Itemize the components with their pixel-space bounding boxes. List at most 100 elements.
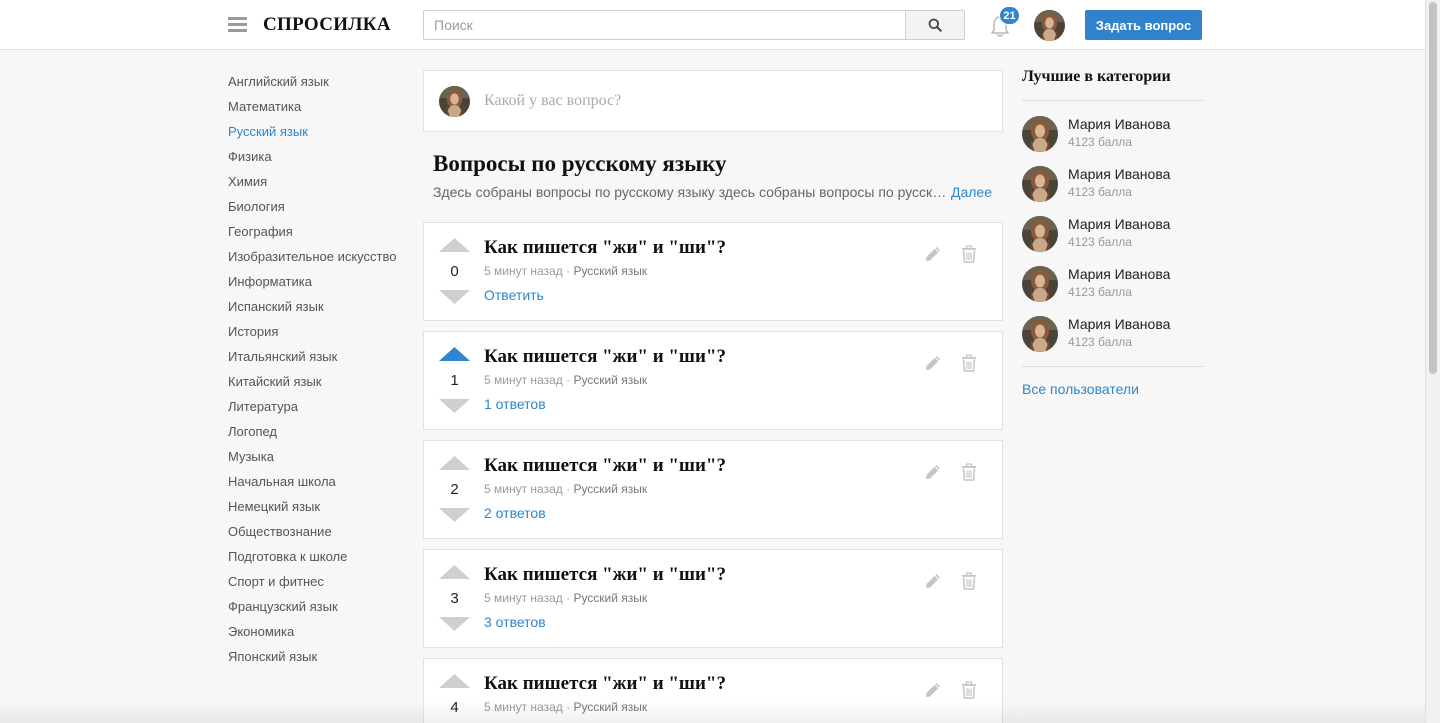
page-description: Здесь собраны вопросы по русскому языку … — [433, 184, 948, 200]
search-button[interactable] — [905, 11, 964, 39]
arrow-down-icon[interactable] — [439, 617, 470, 631]
category-link[interactable]: Музыка — [228, 447, 396, 472]
question-title[interactable]: Как пишется "жи" и "ши"? — [484, 564, 726, 586]
trash-icon[interactable] — [961, 354, 977, 372]
category-link[interactable]: Экономика — [228, 622, 396, 647]
user-name[interactable]: Мария Иванова — [1068, 266, 1170, 282]
arrow-down-icon[interactable] — [439, 290, 470, 304]
hamburger-icon[interactable] — [228, 17, 247, 32]
site-logo[interactable]: СПРОСИЛКА — [263, 14, 391, 36]
trash-icon[interactable] — [961, 681, 977, 699]
search-input[interactable] — [424, 11, 906, 39]
arrow-down-icon[interactable] — [439, 399, 470, 413]
category-link[interactable]: Логопед — [228, 422, 396, 447]
top-user-item[interactable]: Мария Иванова 4123 балла — [1022, 216, 1203, 252]
user-name[interactable]: Мария Иванова — [1068, 216, 1170, 232]
category-link[interactable]: Литература — [228, 397, 396, 422]
question-category[interactable]: Русский язык — [573, 264, 647, 278]
question-time: 5 минут назад — [484, 264, 563, 278]
user-points: 4123 балла — [1068, 335, 1132, 349]
question-card: 0 Как пишется "жи" и "ши"? 5 минут назад ·… — [423, 222, 1003, 321]
top-header: СПРОСИЛКА 21 Задать вопрос — [0, 0, 1425, 50]
category-link[interactable]: Немецкий язык — [228, 497, 396, 522]
category-link[interactable]: Обществознание — [228, 522, 396, 547]
category-link[interactable]: Спорт и фитнес — [228, 572, 396, 597]
all-users-link[interactable]: Все пользователи — [1022, 381, 1139, 397]
question-title[interactable]: Как пишется "жи" и "ши"? — [484, 673, 726, 695]
notification-badge[interactable]: 21 — [999, 6, 1020, 25]
category-link[interactable]: Испанский язык — [228, 297, 396, 322]
top-user-item[interactable]: Мария Иванова 4123 балла — [1022, 166, 1203, 202]
question-input[interactable] — [484, 87, 984, 115]
user-points: 4123 балла — [1068, 185, 1132, 199]
category-link[interactable]: Французский язык — [228, 597, 396, 622]
question-category[interactable]: Русский язык — [573, 373, 647, 387]
answers-link[interactable]: 2 ответов — [484, 505, 546, 521]
pencil-icon[interactable] — [924, 681, 942, 699]
category-link[interactable]: Физика — [228, 147, 396, 172]
avatar[interactable] — [1022, 316, 1058, 352]
user-points: 4123 балла — [1068, 135, 1132, 149]
trash-icon[interactable] — [961, 463, 977, 481]
avatar[interactable] — [1022, 116, 1058, 152]
category-link[interactable]: Итальянский язык — [228, 347, 396, 372]
top-user-item[interactable]: Мария Иванова 4123 балла — [1022, 266, 1203, 302]
question-meta: 5 минут назад · Русский язык — [484, 700, 647, 714]
answers-link[interactable]: 3 ответов — [484, 614, 546, 630]
user-name[interactable]: Мария Иванова — [1068, 116, 1170, 132]
category-link[interactable]: Японский язык — [228, 647, 396, 672]
question-title[interactable]: Как пишется "жи" и "ши"? — [484, 346, 726, 368]
arrow-down-icon[interactable] — [439, 508, 470, 522]
composer-avatar — [439, 86, 470, 117]
question-time: 5 минут назад — [484, 482, 563, 496]
category-link[interactable]: Информатика — [228, 272, 396, 297]
vote-count: 1 — [450, 372, 459, 389]
answers-link[interactable]: 1 ответов — [484, 396, 546, 412]
user-name[interactable]: Мария Иванова — [1068, 316, 1170, 332]
trash-icon[interactable] — [961, 572, 977, 590]
meta-separator: · — [562, 373, 574, 387]
category-link[interactable]: Русский язык — [228, 122, 396, 147]
user-name[interactable]: Мария Иванова — [1068, 166, 1170, 182]
search-icon — [928, 18, 942, 32]
category-link[interactable]: Начальная школа — [228, 472, 396, 497]
top-user-item[interactable]: Мария Иванова 4123 балла — [1022, 316, 1203, 352]
category-link[interactable]: Английский язык — [228, 72, 396, 97]
meta-separator: · — [562, 264, 574, 278]
avatar[interactable] — [1022, 166, 1058, 202]
question-title[interactable]: Как пишется "жи" и "ши"? — [484, 455, 726, 477]
category-link[interactable]: Подготовка к школе — [228, 547, 396, 572]
question-time: 5 минут назад — [484, 591, 563, 605]
scrollbar-thumb[interactable] — [1429, 2, 1437, 374]
arrow-up-icon[interactable] — [439, 347, 470, 361]
arrow-up-icon[interactable] — [439, 238, 470, 252]
arrow-up-icon[interactable] — [439, 565, 470, 579]
pencil-icon[interactable] — [924, 572, 942, 590]
question-category[interactable]: Русский язык — [573, 591, 647, 605]
avatar[interactable] — [1022, 266, 1058, 302]
question-category[interactable]: Русский язык — [573, 700, 647, 714]
category-link[interactable]: Математика — [228, 97, 396, 122]
category-link[interactable]: География — [228, 222, 396, 247]
category-link[interactable]: Химия — [228, 172, 396, 197]
question-card: 4 Как пишется "жи" и "ши"? 5 минут назад ·… — [423, 658, 1003, 723]
read-more-link[interactable]: Далее — [951, 184, 992, 200]
question-title[interactable]: Как пишется "жи" и "ши"? — [484, 237, 726, 259]
pencil-icon[interactable] — [924, 245, 942, 263]
top-user-item[interactable]: Мария Иванова 4123 балла — [1022, 116, 1203, 152]
trash-icon[interactable] — [961, 245, 977, 263]
arrow-up-icon[interactable] — [439, 456, 470, 470]
pencil-icon[interactable] — [924, 354, 942, 372]
arrow-up-icon[interactable] — [439, 674, 470, 688]
question-category[interactable]: Русский язык — [573, 482, 647, 496]
category-link[interactable]: Китайский язык — [228, 372, 396, 397]
category-link[interactable]: История — [228, 322, 396, 347]
answers-link[interactable]: Ответить — [484, 287, 544, 303]
user-avatar[interactable] — [1034, 10, 1065, 41]
question-card: 2 Как пишется "жи" и "ши"? 5 минут назад ·… — [423, 440, 1003, 539]
ask-question-button[interactable]: Задать вопрос — [1085, 10, 1202, 40]
category-link[interactable]: Изобразительное искусство — [228, 247, 396, 272]
category-link[interactable]: Биология — [228, 197, 396, 222]
avatar[interactable] — [1022, 216, 1058, 252]
pencil-icon[interactable] — [924, 463, 942, 481]
